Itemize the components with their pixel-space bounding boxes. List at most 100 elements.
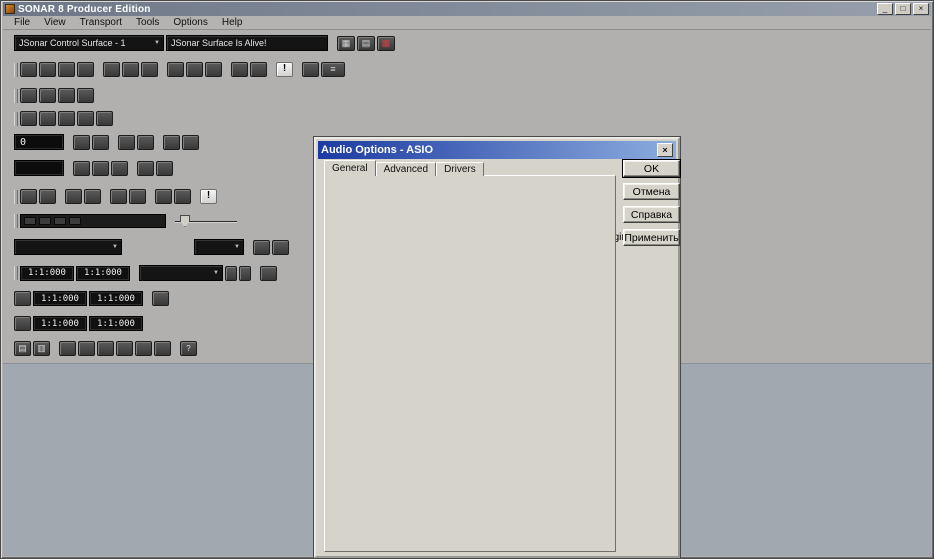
toolbar-grip[interactable] xyxy=(14,189,18,204)
toolbar-button[interactable] xyxy=(253,239,270,255)
help-button[interactable]: Справка xyxy=(623,206,680,223)
minimize-icon[interactable]: _ xyxy=(877,3,893,15)
dialog-titlebar[interactable]: Audio Options - ASIO × xyxy=(318,141,676,159)
toolbar-button[interactable] xyxy=(135,341,152,356)
menu-file[interactable]: File xyxy=(7,17,37,28)
toolbar-slider[interactable] xyxy=(175,213,237,229)
toolbar-button[interactable] xyxy=(96,111,113,126)
toolbar-button[interactable] xyxy=(186,62,203,77)
toolbar-button[interactable] xyxy=(58,88,75,103)
cancel-button[interactable]: Отмена xyxy=(623,183,680,200)
toolbar-button[interactable] xyxy=(14,291,31,306)
counter-display[interactable]: 0 xyxy=(14,134,64,150)
restore-icon[interactable]: □ xyxy=(895,3,911,15)
toolbar-button[interactable] xyxy=(182,134,199,150)
toolbar-button[interactable] xyxy=(118,134,135,150)
toolbar-button[interactable] xyxy=(174,189,191,204)
time-display[interactable]: 1:1:000 xyxy=(20,265,74,281)
toolbar-button[interactable] xyxy=(20,62,37,77)
toolbar-button[interactable] xyxy=(20,111,37,126)
toolbar-button[interactable] xyxy=(14,316,31,331)
toolbar-button[interactable] xyxy=(272,239,289,255)
toolbar-button[interactable] xyxy=(97,341,114,356)
time-display[interactable]: 1:1:000 xyxy=(89,291,143,306)
layout-list-icon[interactable]: ▤ xyxy=(357,35,375,51)
menu-help[interactable]: Help xyxy=(215,17,250,28)
toolbar-button[interactable] xyxy=(137,134,154,150)
titlebar[interactable]: SONAR 8 Producer Edition _ □ × xyxy=(3,2,931,16)
toolbar-button[interactable] xyxy=(103,62,120,77)
toolbar-button[interactable] xyxy=(116,341,133,356)
toolbar-button[interactable] xyxy=(260,265,277,281)
toolbar-menu-button[interactable]: ≡ xyxy=(321,62,345,77)
tab-drivers[interactable]: Drivers xyxy=(436,162,484,176)
toolbar-button[interactable] xyxy=(77,111,94,126)
time-display[interactable]: 1:1:000 xyxy=(89,316,143,331)
ok-button[interactable]: OK xyxy=(623,160,680,177)
toolbar-button[interactable] xyxy=(154,341,171,356)
toolbar-button[interactable] xyxy=(59,341,76,356)
time-display[interactable]: 1:1:000 xyxy=(33,316,87,331)
help-button[interactable]: ? xyxy=(180,341,197,356)
time-display[interactable]: 1:1:000 xyxy=(33,291,87,306)
tab-general[interactable]: General xyxy=(324,160,376,176)
toolbar-grip[interactable] xyxy=(14,266,18,280)
time-display[interactable]: 1:1:000 xyxy=(76,265,130,281)
toolbar-button[interactable] xyxy=(129,189,146,204)
toolbar-button[interactable] xyxy=(39,111,56,126)
toolbar-button[interactable] xyxy=(20,189,37,204)
control-surface-select[interactable]: JSonar Control Surface - 1 ▼ xyxy=(14,35,164,51)
toolbar-select[interactable]: ▼ xyxy=(139,265,223,281)
menu-view[interactable]: View xyxy=(37,17,73,28)
dialog-close-icon[interactable]: × xyxy=(657,143,673,157)
toolbar-button[interactable] xyxy=(302,62,319,77)
toolbar-button[interactable] xyxy=(92,134,109,150)
toolbar-button[interactable] xyxy=(84,189,101,204)
toolbar-button[interactable] xyxy=(73,134,90,150)
toolbar-button[interactable] xyxy=(65,189,82,204)
toolbar-button[interactable] xyxy=(137,160,154,176)
toolbar-button[interactable] xyxy=(110,189,127,204)
toolbar-button[interactable] xyxy=(58,62,75,77)
toolbar-select[interactable]: ▼ xyxy=(14,239,122,255)
toolbar-button[interactable] xyxy=(77,62,94,77)
toolbar-button[interactable] xyxy=(39,62,56,77)
toolbar-button[interactable] xyxy=(231,62,248,77)
open-file-button[interactable]: ▥ xyxy=(33,341,50,356)
toolbar-button[interactable] xyxy=(39,189,56,204)
toolbar-button[interactable] xyxy=(205,62,222,77)
toolbar-button[interactable] xyxy=(225,265,237,281)
toolbar-grip[interactable] xyxy=(14,111,18,126)
value-display[interactable] xyxy=(14,160,64,176)
toolbar-button[interactable] xyxy=(250,62,267,77)
toolbar-button[interactable] xyxy=(58,111,75,126)
toolbar-button[interactable] xyxy=(141,62,158,77)
menu-transport[interactable]: Transport xyxy=(73,17,129,28)
apply-button[interactable]: Применить xyxy=(623,229,680,246)
toolbar-button[interactable] xyxy=(92,160,109,176)
close-icon[interactable]: × xyxy=(913,3,929,15)
alert-bang-button[interactable]: ! xyxy=(276,62,293,77)
toolbar-button[interactable] xyxy=(20,88,37,103)
toolbar-button[interactable] xyxy=(156,160,173,176)
toolbar-grip[interactable] xyxy=(14,214,18,228)
menu-options[interactable]: Options xyxy=(166,17,214,28)
toolbar-grip[interactable] xyxy=(14,88,18,103)
slider-thumb[interactable] xyxy=(180,215,190,227)
toolbar-select-small[interactable]: ▼ xyxy=(194,239,244,255)
toolbar-button[interactable] xyxy=(39,88,56,103)
toolbar-button[interactable] xyxy=(239,265,251,281)
toolbar-button[interactable] xyxy=(73,160,90,176)
toolbar-button[interactable] xyxy=(111,160,128,176)
layout-close-icon[interactable]: ▦ xyxy=(377,35,395,51)
toolbar-button[interactable] xyxy=(77,88,94,103)
toolbar-button[interactable] xyxy=(122,62,139,77)
menu-tools[interactable]: Tools xyxy=(129,17,166,28)
toolbar-button[interactable] xyxy=(163,134,180,150)
toolbar-grip[interactable] xyxy=(14,62,18,77)
toolbar-button[interactable] xyxy=(155,189,172,204)
layout-grid-icon[interactable]: ▦ xyxy=(337,35,355,51)
toolbar-button[interactable] xyxy=(167,62,184,77)
alert-bang-button[interactable]: ! xyxy=(200,189,217,204)
toolbar-button[interactable] xyxy=(152,291,169,306)
